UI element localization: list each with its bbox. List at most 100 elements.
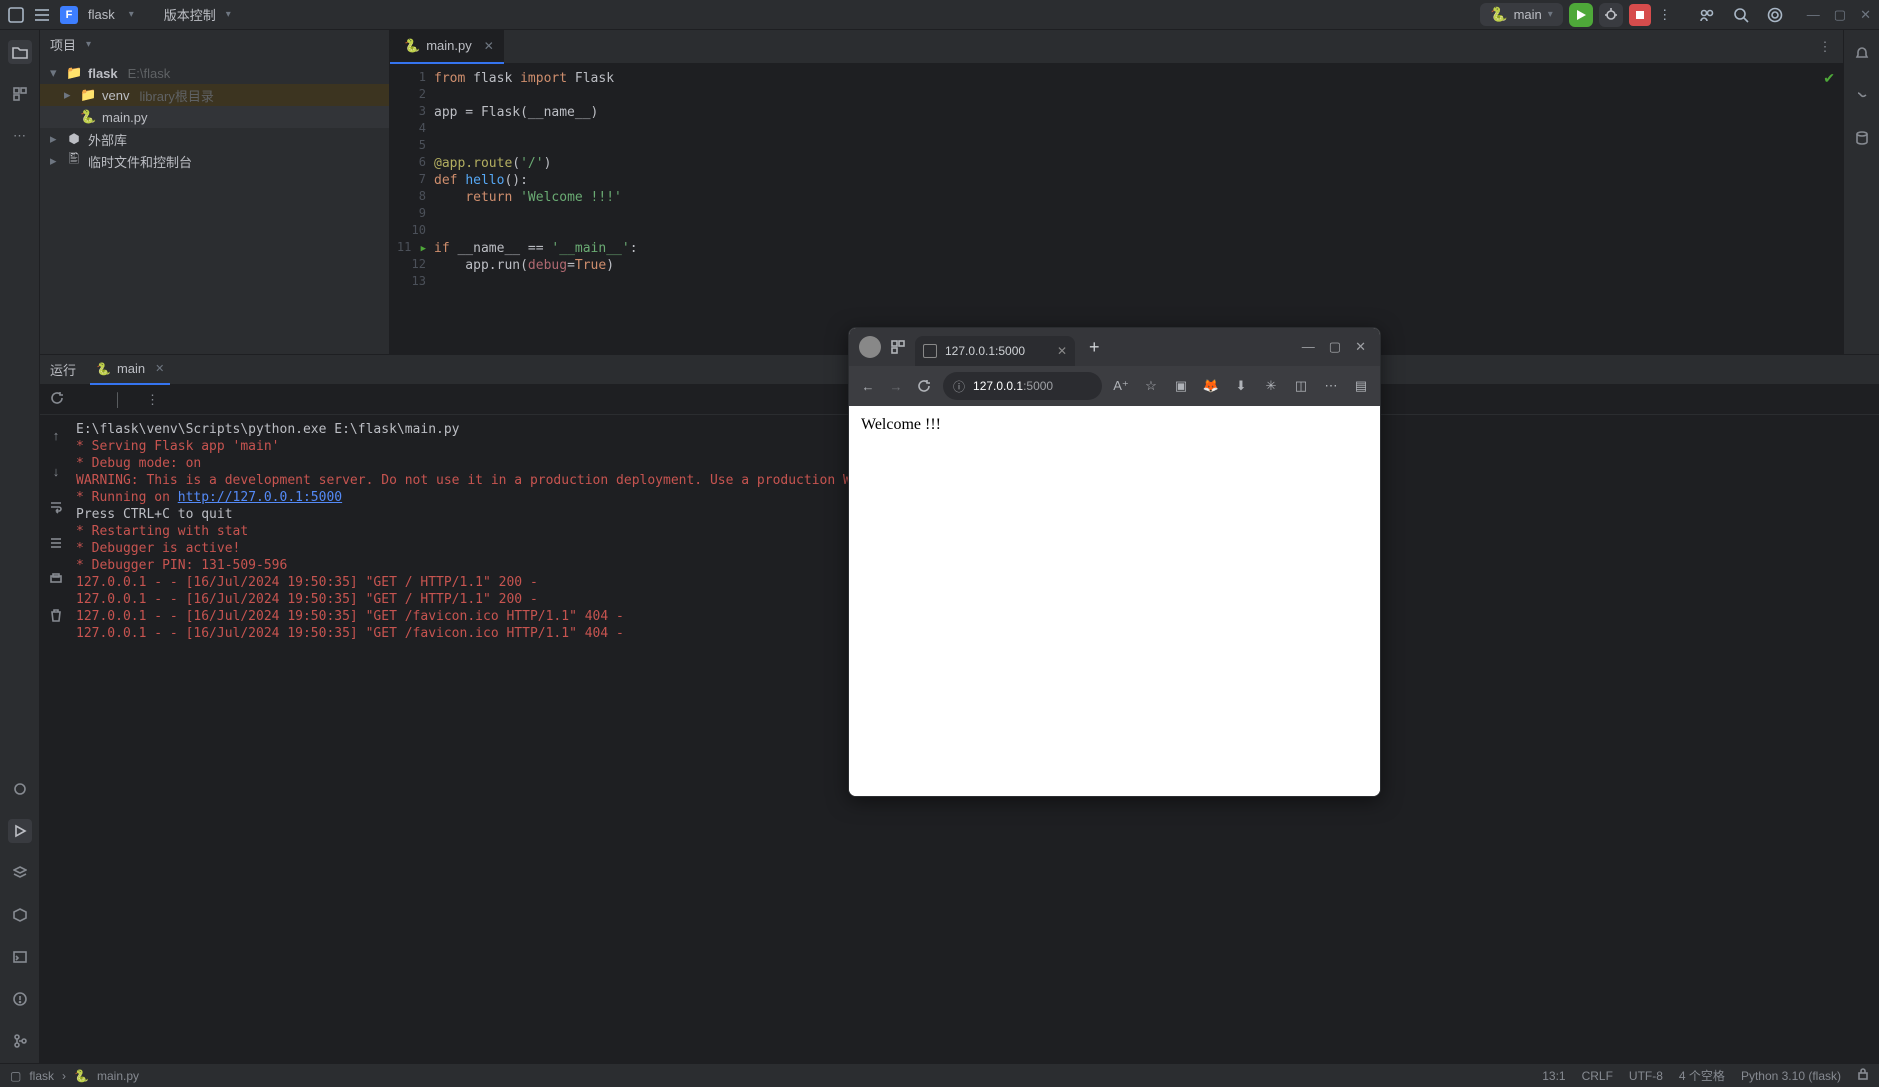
split-icon[interactable]: ◫ [1292, 378, 1310, 394]
app-icon [8, 7, 24, 23]
project-name[interactable]: flask [88, 7, 115, 22]
trash-icon[interactable] [44, 603, 68, 627]
more-icon[interactable]: ⋮ [1817, 39, 1833, 55]
terminal-icon[interactable] [8, 945, 32, 969]
project-pane: 项目 ▾ ▾ 📁 flask E:\flask ▸ 📁 venv library… [40, 30, 390, 354]
wrap-icon[interactable] [44, 495, 68, 519]
breadcrumb-root[interactable]: flask [29, 1069, 54, 1083]
search-icon[interactable] [1733, 7, 1749, 23]
divider: │ [114, 392, 132, 407]
back-icon[interactable]: ← [859, 379, 877, 394]
browser-tab[interactable]: 127.0.0.1:5000 ✕ [915, 336, 1075, 366]
run-tab[interactable]: 🐍 main ✕ [90, 355, 170, 385]
cursor-position[interactable]: 13:1 [1542, 1069, 1565, 1083]
more-tool-icon[interactable]: ⋯ [8, 124, 32, 148]
tree-label: flask [88, 66, 118, 81]
close-icon[interactable]: ✕ [484, 39, 494, 53]
project-icon[interactable]: F [60, 6, 78, 24]
console-toolbar: ↑ ↓ [40, 415, 72, 1063]
tree-venv[interactable]: ▸ 📁 venv library根目录 [40, 84, 389, 106]
vcs-menu[interactable]: 版本控制 [164, 5, 216, 24]
gutter: 1234567891011 ▶1213 [390, 64, 434, 354]
extensions-icon[interactable]: ✳ [1262, 378, 1280, 394]
extension-icon[interactable]: ▣ [1172, 378, 1190, 394]
down-icon[interactable]: ↓ [44, 459, 68, 483]
project-pane-header[interactable]: 项目 ▾ [40, 30, 389, 58]
new-tab-button[interactable]: + [1083, 337, 1106, 358]
project-tool-icon[interactable] [8, 40, 32, 64]
debug-button[interactable] [1599, 3, 1623, 27]
editor-tab[interactable]: 🐍 main.py ✕ [390, 30, 504, 64]
titlebar: F flask ▾ 版本控制 ▾ 🐍 main ▾ ⋮ [0, 0, 1879, 30]
more-icon[interactable]: ⋮ [1657, 7, 1673, 23]
folder-icon: 📁 [66, 65, 82, 81]
chevron-down-icon[interactable]: ▾ [129, 9, 134, 20]
profile-icon[interactable] [859, 336, 881, 358]
chevron-right-icon: › [62, 1069, 66, 1083]
extension-icon[interactable]: 🦊 [1202, 378, 1220, 394]
up-icon[interactable]: ↑ [44, 423, 68, 447]
chevron-down-icon: ▾ [1548, 9, 1553, 20]
tree-main-py[interactable]: 🐍 main.py [40, 106, 389, 128]
services-icon[interactable] [8, 903, 32, 927]
browser-body[interactable]: Welcome !!! [849, 406, 1380, 796]
settings-icon[interactable] [1767, 7, 1783, 23]
minimize-icon[interactable]: — [1302, 339, 1315, 355]
maximize-icon[interactable]: ▢ [1329, 339, 1341, 355]
run-config-selector[interactable]: 🐍 main ▾ [1480, 3, 1563, 26]
stop-button[interactable] [1629, 4, 1651, 26]
editor-pane: 🐍 main.py ✕ ⋮ ✔ 1234567891011 ▶1213 from… [390, 30, 1843, 354]
problems-icon[interactable] [8, 987, 32, 1011]
tree-hint: library根目录 [139, 86, 213, 105]
close-icon[interactable]: ✕ [1057, 344, 1067, 358]
run-button[interactable] [1569, 3, 1593, 27]
python-console-icon[interactable] [8, 777, 32, 801]
minimize-icon[interactable]: — [1807, 7, 1820, 22]
git-icon[interactable] [8, 1029, 32, 1053]
scroll-icon[interactable] [44, 531, 68, 555]
more-icon[interactable]: ⋮ [146, 392, 164, 408]
run-pane-title: 运行 [50, 360, 76, 379]
chevron-down-icon: ▾ [86, 39, 91, 50]
chevron-down-icon[interactable]: ▾ [226, 9, 231, 20]
read-aloud-icon[interactable]: A⁺ [1112, 378, 1130, 394]
run-tool-icon[interactable] [8, 819, 32, 843]
reload-icon[interactable] [915, 379, 933, 393]
menu-icon[interactable] [34, 7, 50, 23]
run-tab-label: main [117, 361, 145, 376]
editor-body[interactable]: ✔ 1234567891011 ▶1213 from flask import … [390, 64, 1843, 354]
print-icon[interactable] [44, 567, 68, 591]
notifications-icon[interactable] [1850, 42, 1874, 66]
sidebar-icon[interactable]: ▤ [1352, 378, 1370, 394]
lock-icon[interactable] [1857, 1068, 1869, 1083]
browser-toolbar: ← → ⓘ 127.0.0.1:5000 A⁺ ☆ ▣ 🦊 ⬇ ✳ ◫ ⋯ ▤ [849, 366, 1380, 406]
tree-label: 外部库 [88, 130, 127, 149]
favorite-icon[interactable]: ☆ [1142, 378, 1160, 394]
check-icon: ✔ [1823, 70, 1835, 87]
stack-icon[interactable] [8, 861, 32, 885]
database-icon[interactable] [1850, 126, 1874, 150]
tree-ext-libs[interactable]: ▸ ⬢ 外部库 [40, 128, 389, 150]
collections-icon[interactable]: ⬇ [1232, 378, 1250, 394]
close-icon[interactable]: ✕ [155, 362, 164, 375]
close-icon[interactable]: ✕ [1860, 7, 1871, 23]
encoding[interactable]: UTF-8 [1629, 1069, 1663, 1083]
close-icon[interactable]: ✕ [1355, 339, 1366, 355]
address-bar[interactable]: ⓘ 127.0.0.1:5000 [943, 372, 1102, 400]
python-icon: 🐍 [80, 109, 96, 125]
tree-scratch[interactable]: ▸ 🖺 临时文件和控制台 [40, 150, 389, 172]
workspaces-icon[interactable] [889, 339, 907, 355]
rerun-icon[interactable] [50, 391, 68, 408]
line-separator[interactable]: CRLF [1582, 1069, 1613, 1083]
breadcrumb-file[interactable]: main.py [97, 1069, 139, 1083]
more-icon[interactable]: ⋯ [1322, 378, 1340, 394]
code-with-me-icon[interactable] [1699, 7, 1715, 23]
indent[interactable]: 4 个空格 [1679, 1067, 1725, 1084]
tree-root[interactable]: ▾ 📁 flask E:\flask [40, 62, 389, 84]
maximize-icon[interactable]: ▢ [1834, 7, 1846, 23]
structure-icon[interactable] [8, 82, 32, 106]
address-host: 127.0.0.1 [973, 379, 1023, 393]
ai-icon[interactable] [1850, 84, 1874, 108]
interpreter[interactable]: Python 3.10 (flask) [1741, 1069, 1841, 1083]
code-area[interactable]: from flask import Flask app = Flask(__na… [434, 64, 1843, 354]
